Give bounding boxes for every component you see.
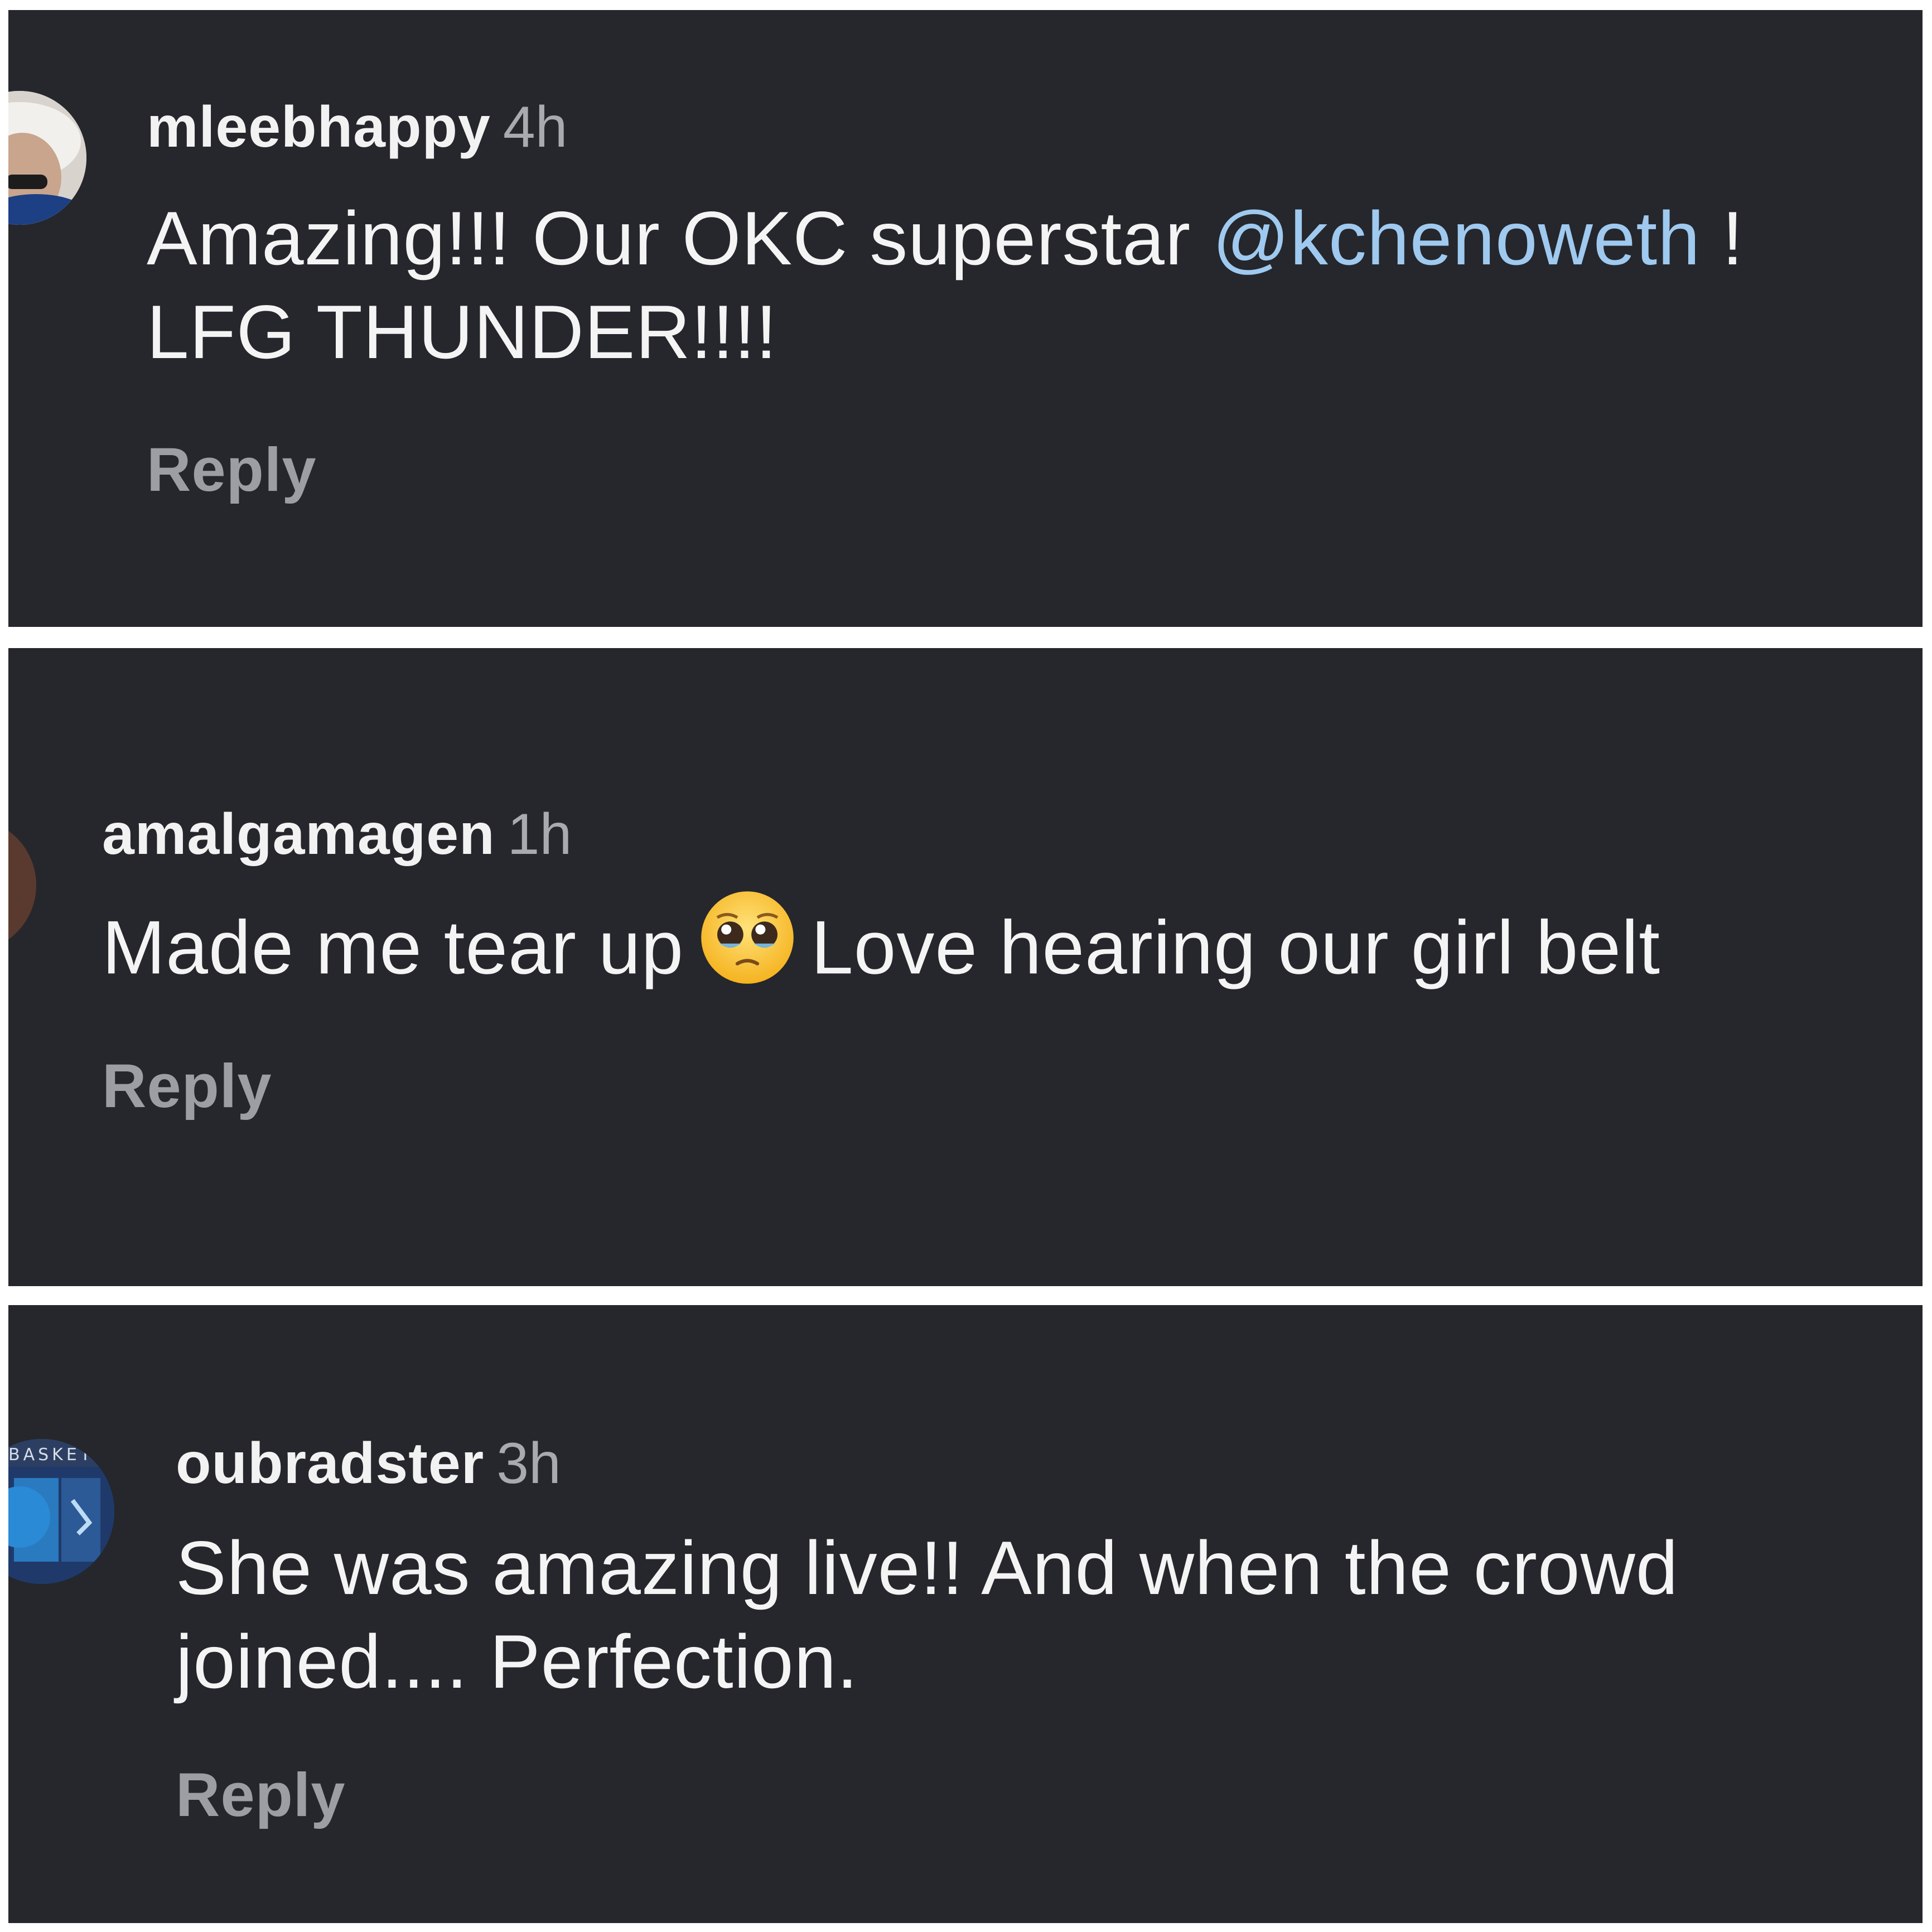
avatar-photo (8, 818, 36, 952)
comment-meta: mleebhappy 4h (147, 93, 1911, 162)
reply-button[interactable]: Reply (147, 434, 317, 505)
timestamp: 4h (503, 95, 568, 160)
reply-button[interactable]: Reply (102, 1051, 272, 1122)
comment-meta: amalgamagen 1h (102, 800, 1911, 870)
avatar-text: BASKET (8, 1445, 94, 1465)
reply-button[interactable]: Reply (176, 1760, 346, 1830)
avatar[interactable]: BASKET (8, 1439, 114, 1584)
comment-text: Amazing!!! Our OKC superstar @kchenoweth… (147, 191, 1911, 379)
pleading-face-emoji-icon (697, 887, 798, 1008)
pleading-face-icon-svg (701, 891, 794, 984)
comment-text: She was amazing live!! And when the crow… (176, 1525, 1679, 1704)
username[interactable]: amalgamagen (102, 802, 495, 867)
username[interactable]: mleebhappy (147, 95, 491, 160)
avatar-photo (8, 91, 86, 225)
avatar[interactable] (8, 818, 36, 952)
mention-link[interactable]: @kchenoweth (1213, 196, 1701, 281)
comment-text: Made me tear up Love hearing our girl be… (102, 891, 1911, 1008)
comment-content: amalgamagen 1h Made me tear up Love hear… (102, 800, 1911, 1122)
timestamp: 1h (507, 802, 572, 867)
comment-text-part: Made me tear up (102, 905, 684, 990)
comment-text-part: Love hearing our girl belt (811, 905, 1661, 990)
comment-card-3: BASKET oubradster 3h She was amazing live… (8, 1305, 1923, 1923)
comment-text-part: Amazing!!! Our OKC superstar (147, 195, 1213, 281)
avatar-photo: BASKET (8, 1439, 114, 1584)
comment-content: oubradster 3h She was amazing live!! And … (176, 1429, 1911, 1830)
comment-card-1: mleebhappy 4h Amazing!!! Our OKC supersta… (8, 10, 1923, 627)
avatar[interactable] (8, 91, 86, 225)
timestamp: 3h (496, 1431, 561, 1496)
comment-card-2: amalgamagen 1h Made me tear up Love hear… (8, 648, 1923, 1286)
comment-content: mleebhappy 4h Amazing!!! Our OKC supersta… (147, 93, 1911, 505)
comment-meta: oubradster 3h (176, 1429, 1911, 1499)
username[interactable]: oubradster (176, 1431, 484, 1496)
